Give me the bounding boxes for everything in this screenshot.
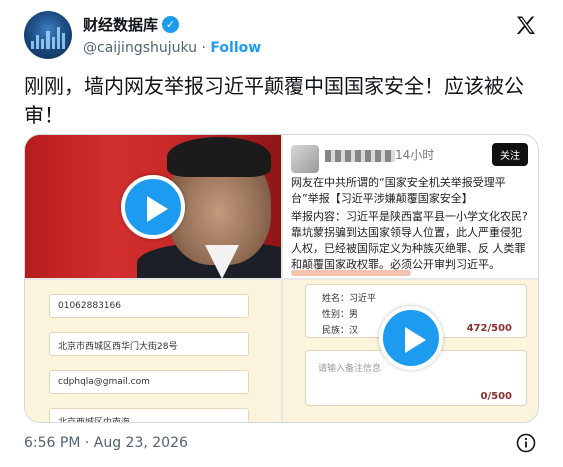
blurred-username: [325, 150, 395, 162]
tweet-timestamp[interactable]: 6:56 PM · Aug 23, 2026: [24, 435, 188, 451]
char-count-2: 0/500: [480, 391, 512, 402]
follow-button[interactable]: Follow: [210, 40, 261, 56]
post-time-ago: 14小时: [395, 148, 435, 162]
decorative-bar: [291, 270, 411, 276]
follow-button-inner: 关注: [492, 143, 528, 166]
form-name-row: 姓名：习近平: [322, 294, 377, 304]
screenshot-tile-form[interactable]: 01062883166 北京市西城区西华门大街28号 cdphqla@gmail…: [25, 280, 281, 422]
play-video-icon-2[interactable]: [379, 306, 443, 370]
author-name-row[interactable]: 财经数据库 ✓: [83, 14, 180, 35]
remark-placeholder: 请输入备注信息: [318, 364, 382, 374]
avatar-chart-graphic: [31, 25, 65, 49]
blurred-avatar: [291, 145, 319, 173]
author-avatar[interactable]: [24, 11, 72, 59]
form-ethnicity-row: 民族：汉: [322, 326, 359, 336]
portrait-hair-shape: [167, 137, 271, 177]
play-video-icon[interactable]: [121, 175, 185, 239]
report-content-text: 举报内容：习近平是陕西富平县一小学文化农民? 靠坑蒙拐骗到达国家领导人位置，此人…: [291, 210, 528, 271]
info-icon[interactable]: [516, 433, 536, 453]
media-grid: 14小时 关注 网友在中共所谓的“国家安全机关举报受理平台”举报【习近平涉嫌颠覆…: [24, 134, 539, 423]
form-field-address: 北京市西城区西华门大街28号: [49, 332, 249, 356]
report-intro-text: 网友在中共所谓的“国家安全机关举报受理平台”举报【习近平涉嫌颠覆国家安全】: [291, 176, 506, 205]
form-gender-row: 性别：男: [322, 310, 359, 320]
tweet-text: 刚刚，墙内网友举报习近平颠覆中国国家安全！应该被公审！: [24, 74, 524, 127]
verified-badge-icon: ✓: [162, 16, 180, 33]
author-handle[interactable]: @caijingshujuku: [83, 40, 197, 56]
form-field-location: 北京西城区中南海: [49, 408, 249, 422]
form-field-phone: 01062883166: [49, 294, 249, 318]
char-count-1: 472/500: [466, 323, 512, 334]
form-field-email: cdphqla@gmail.com: [49, 370, 249, 394]
author-display-name[interactable]: 财经数据库: [83, 14, 158, 35]
tweet-card: 财经数据库 ✓ @caijingshujuku · Follow 刚刚，墙内网友…: [0, 0, 563, 467]
author-handle-row: @caijingshujuku · Follow: [83, 40, 261, 56]
video-tile-form[interactable]: 姓名：习近平 性别：男 民族：汉 472/500 请输入备注信息 0/500: [283, 280, 538, 422]
x-logo-icon[interactable]: [514, 14, 538, 38]
handle-separator: ·: [201, 40, 206, 56]
screenshot-tile-post[interactable]: 14小时 关注 网友在中共所谓的“国家安全机关举报受理平台”举报【习近平涉嫌颠覆…: [283, 135, 538, 278]
video-tile-portrait[interactable]: [25, 135, 281, 278]
